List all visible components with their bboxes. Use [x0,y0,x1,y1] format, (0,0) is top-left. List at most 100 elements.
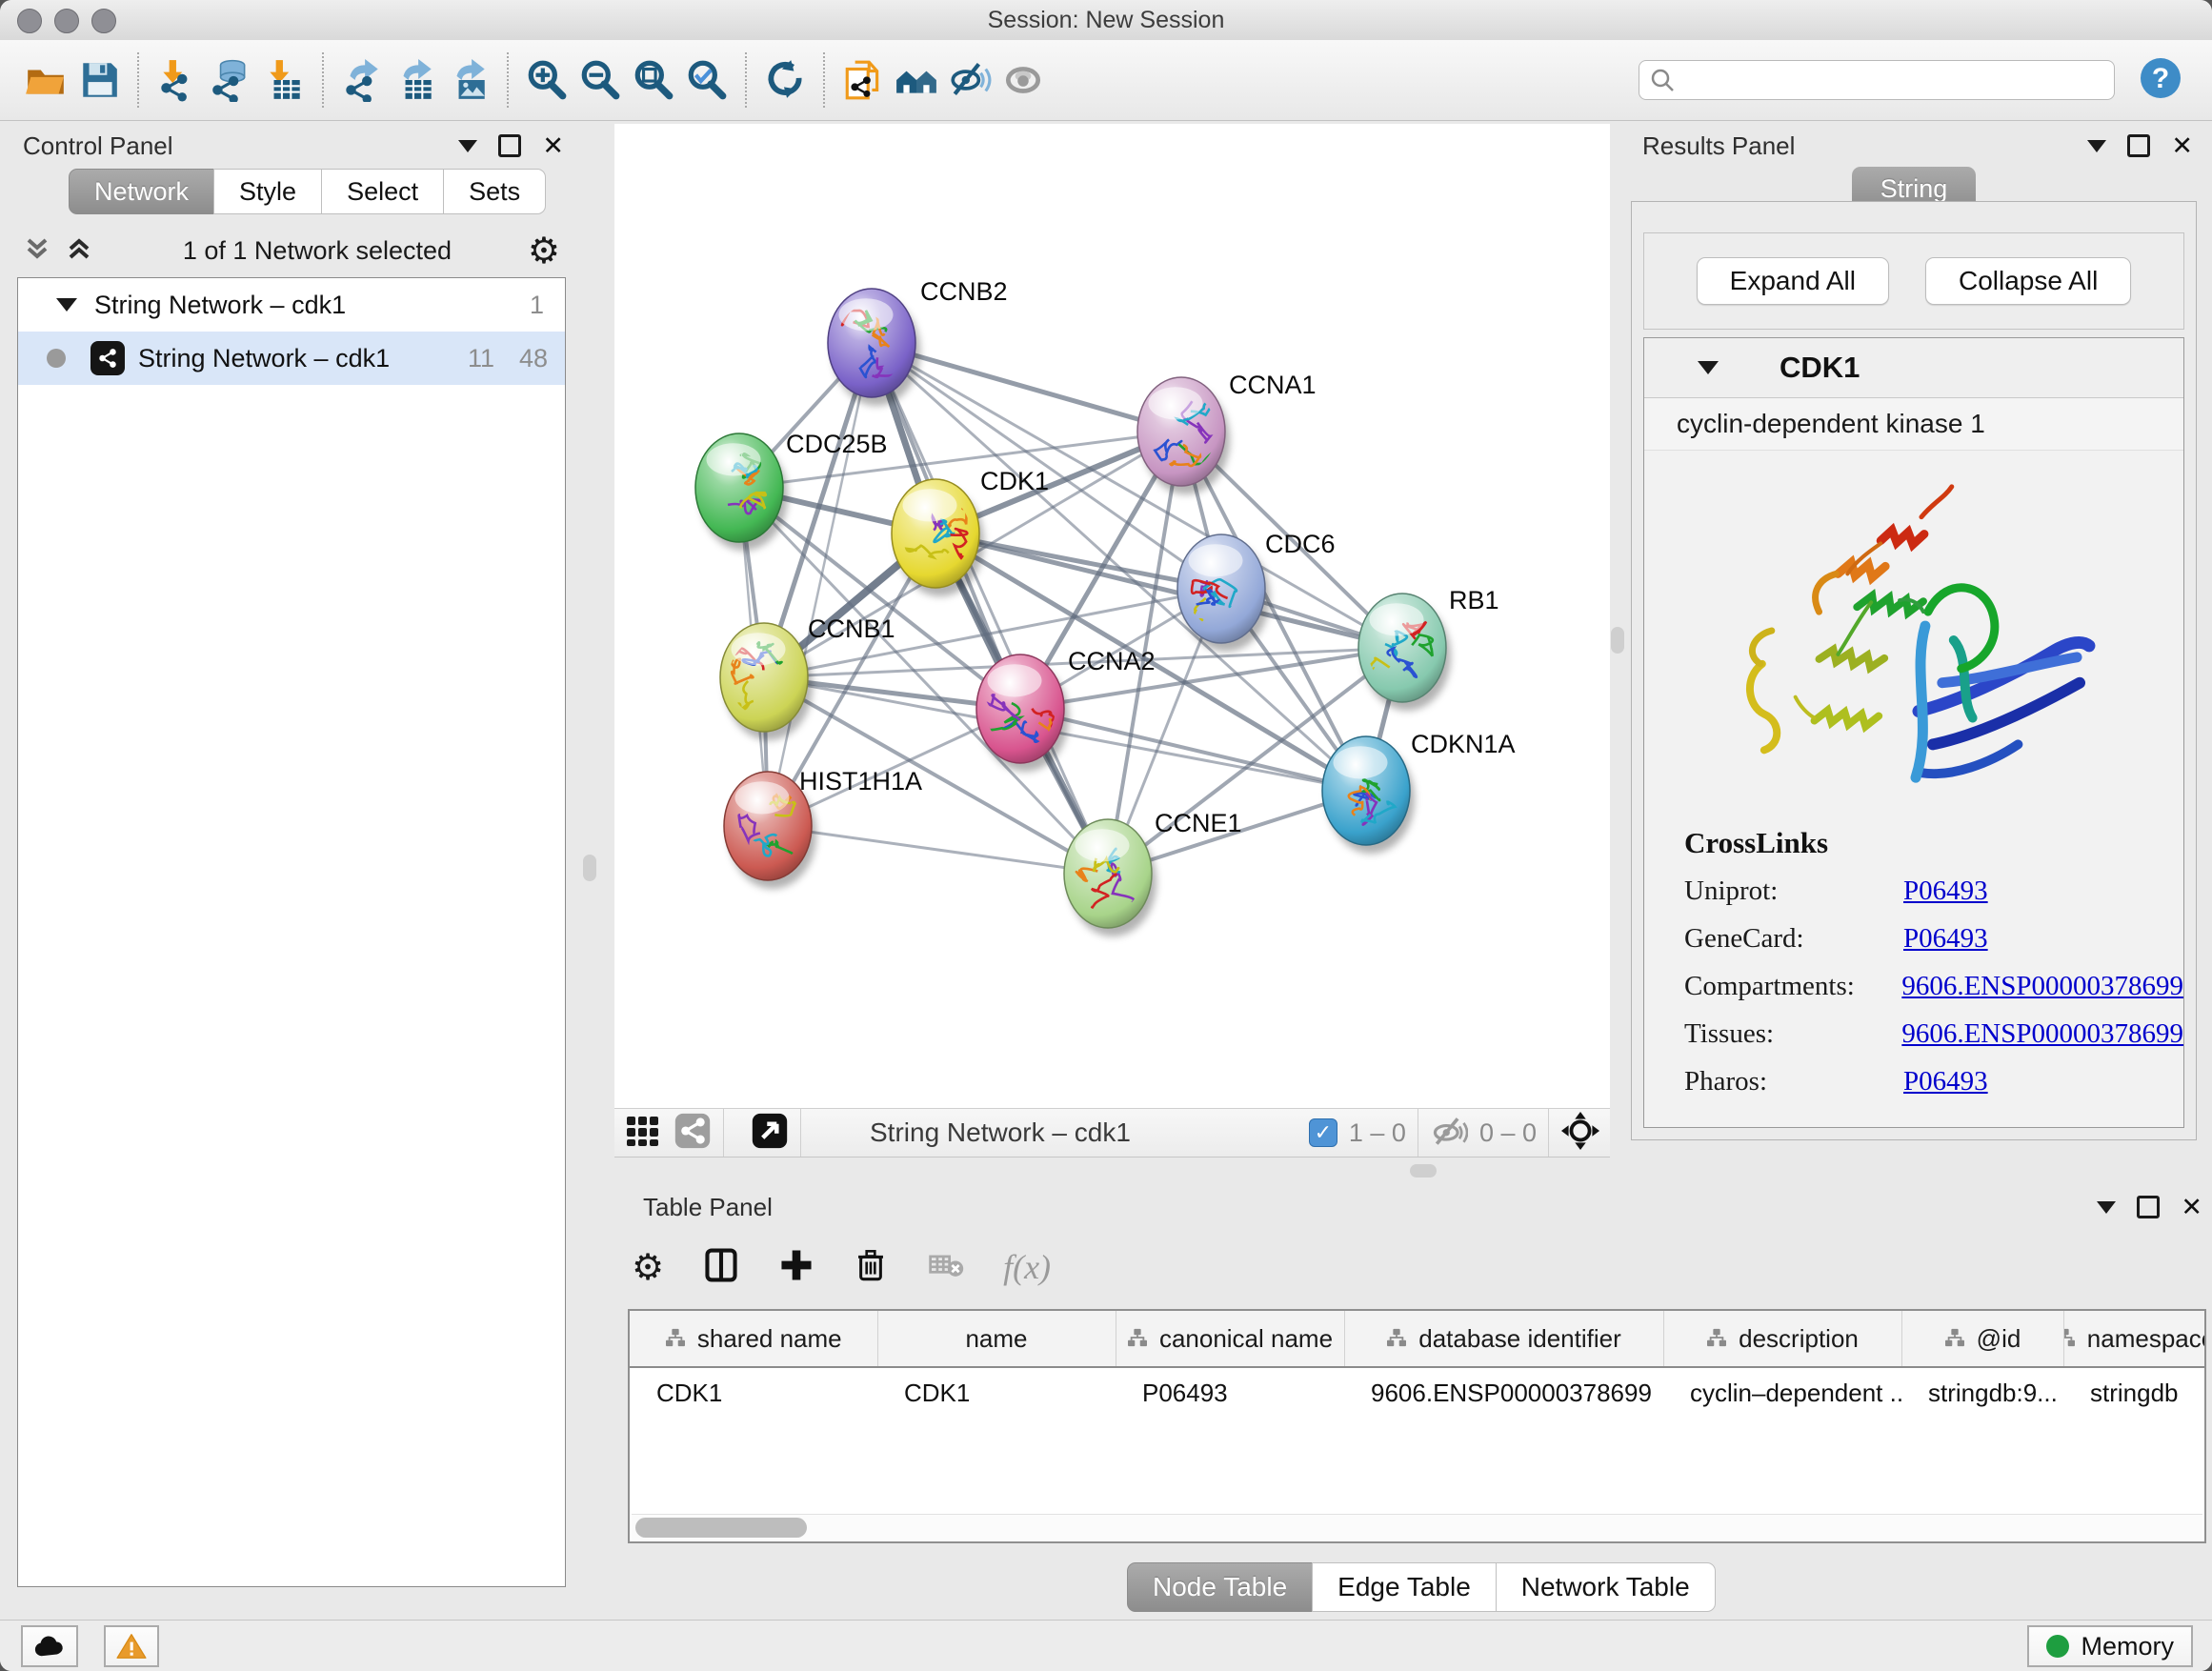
float-panel-icon[interactable] [498,134,521,157]
network-edge[interactable] [768,826,1108,874]
collapse-all-icon[interactable] [23,234,51,268]
network-node-RB1[interactable]: RB1 [1358,586,1499,711]
add-column-icon[interactable] [778,1247,814,1288]
crosslink-link[interactable]: P06493 [1903,876,1988,907]
panel-menu-icon[interactable] [458,140,477,152]
import-table-icon[interactable] [257,53,311,107]
help-button[interactable]: ? [2138,55,2183,106]
search-input[interactable] [1639,60,2115,100]
table-cell[interactable]: cyclin–dependent ... [1663,1367,1901,1418]
panel-menu-icon[interactable] [2087,140,2106,152]
table-cell[interactable]: stringdb:9... [1901,1367,2063,1418]
memory-button[interactable]: Memory [2027,1625,2193,1667]
table-row[interactable]: CDK1CDK1P064939606.ENSP00000378699cyclin… [630,1367,2206,1418]
zoom-fit-icon[interactable] [627,53,680,107]
export-table-icon[interactable] [389,53,442,107]
column-header-database-identifier[interactable]: database identifier [1344,1311,1663,1367]
close-panel-icon[interactable]: ✕ [542,137,564,154]
horizontal-splitter-handle[interactable] [1410,1164,1437,1178]
zoom-out-icon[interactable] [573,53,627,107]
table-settings-gear-icon[interactable]: ⚙ [632,1249,664,1285]
network-node-CCNB1[interactable]: CCNB1 [720,614,895,740]
network-collection-row[interactable]: String Network – cdk1 1 [18,278,565,332]
tab-select[interactable]: Select [321,169,444,214]
network-node-CDKN1A[interactable]: CDKN1A [1322,730,1516,854]
tab-sets[interactable]: Sets [443,169,546,214]
select-columns-icon[interactable] [702,1246,740,1289]
zoom-selected-icon[interactable] [680,53,734,107]
delete-column-icon[interactable] [853,1247,889,1288]
column-header-@id[interactable]: @id [1901,1311,2063,1367]
network-overview-icon[interactable] [674,1112,712,1155]
selected-nodes-checkbox-icon[interactable]: ✓ [1309,1118,1337,1147]
import-network-database-icon[interactable] [204,53,257,107]
tab-edge-table[interactable]: Edge Table [1312,1562,1497,1612]
table-cell[interactable]: 9606.ENSP00000378699 [1344,1367,1663,1418]
column-header-name[interactable]: name [877,1311,1116,1367]
close-panel-icon[interactable]: ✕ [2181,1198,2202,1216]
crosslink-link[interactable]: 9606.ENSP00000378699 [1901,971,2183,1002]
crosslink-link[interactable]: P06493 [1903,1066,1988,1097]
network-node-HIST1H1A[interactable]: HIST1H1A [724,767,922,889]
close-panel-icon[interactable]: ✕ [2171,137,2193,154]
show-all-icon[interactable] [996,53,1050,107]
gear-icon[interactable]: ⚙ [528,232,560,269]
hide-selected-icon[interactable] [943,53,996,107]
network-canvas[interactable]: CCNB2 CCNA1 CDC25B CDK1 CDC6 RB1 CCNB1 C… [614,124,1610,1108]
network-node-CCNE1[interactable]: CCNE1 [1064,809,1242,936]
export-network-icon[interactable] [335,53,389,107]
table-cell[interactable]: CDK1 [630,1367,877,1418]
column-header-canonical-name[interactable]: canonical name [1116,1311,1344,1367]
network-edge[interactable] [768,343,872,826]
expander-icon[interactable] [56,298,77,312]
expander-icon[interactable] [1698,361,1719,374]
svg-text:?: ? [2152,63,2169,94]
column-header-namespace[interactable]: namespace [2063,1311,2206,1367]
protein-name: CDK1 [1780,351,1860,385]
network-node-CDC25B[interactable]: CDC25B [695,430,888,551]
refresh-icon[interactable] [758,53,812,107]
crosslink-label: Tissues: [1684,1018,1901,1050]
table-cell[interactable]: P06493 [1116,1367,1344,1418]
vertical-splitter-handle[interactable] [583,855,596,881]
table-cell[interactable]: stringdb [2063,1367,2206,1418]
warning-status-button[interactable] [104,1625,159,1667]
home-icon[interactable] [890,53,943,107]
horizontal-scrollbar[interactable] [632,1514,2202,1541]
tab-node-table[interactable]: Node Table [1127,1562,1313,1612]
protein-section-header[interactable]: CDK1 [1644,338,2183,398]
detach-view-icon[interactable] [751,1112,789,1155]
tab-network[interactable]: Network [69,169,214,214]
collapse-all-button[interactable]: Collapse All [1925,257,2131,305]
expand-all-icon[interactable] [65,234,93,268]
duplicate-network-icon[interactable] [836,53,890,107]
save-session-icon[interactable] [72,53,126,107]
panel-menu-icon[interactable] [2097,1201,2116,1214]
expand-all-button[interactable]: Expand All [1697,257,1889,305]
crosslink-link[interactable]: P06493 [1903,923,1988,955]
scrollbar-thumb[interactable] [635,1518,807,1538]
network-node-CCNB2[interactable]: CCNB2 [828,277,1008,406]
crosslink-link[interactable]: 9606.ENSP00000378699 [1901,1018,2183,1050]
export-image-icon[interactable] [442,53,495,107]
float-panel-icon[interactable] [2137,1196,2160,1218]
table-cell[interactable]: CDK1 [877,1367,1116,1418]
column-header-shared-name[interactable]: shared name [630,1311,877,1367]
network-node-CDC6[interactable]: CDC6 [1177,530,1336,652]
network-node-CDK1[interactable]: CDK1 [892,467,1049,596]
import-network-file-icon[interactable] [151,53,204,107]
birdseye-view-icon[interactable] [624,1112,662,1155]
crosslinks-heading: CrossLinks [1684,826,2183,860]
hidden-elements-icon[interactable] [1430,1112,1468,1155]
open-session-icon[interactable] [19,53,72,107]
column-header-description[interactable]: description [1663,1311,1901,1367]
fit-content-crosshair-icon[interactable] [1560,1111,1600,1156]
crosslink-label: GeneCard: [1684,923,1903,955]
float-panel-icon[interactable] [2127,134,2150,157]
tab-style[interactable]: Style [213,169,322,214]
cloud-status-button[interactable] [21,1625,78,1667]
tab-network-table[interactable]: Network Table [1496,1562,1716,1612]
network-row[interactable]: String Network – cdk1 11 48 [18,332,565,385]
zoom-in-icon[interactable] [520,53,573,107]
vertical-splitter-handle[interactable] [1611,627,1624,654]
